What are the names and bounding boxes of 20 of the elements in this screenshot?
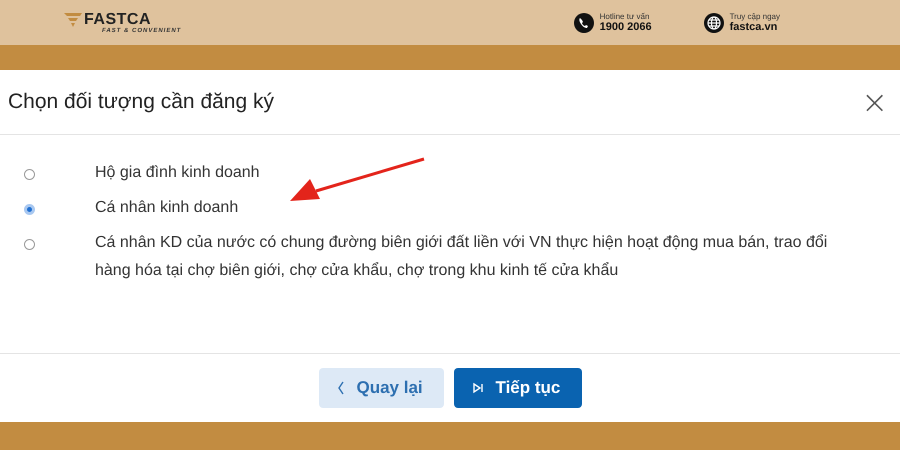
- option-label[interactable]: Hộ gia đình kinh doanh: [95, 159, 260, 187]
- contact-label: Truy cập ngay: [730, 12, 780, 21]
- radio-button[interactable]: [24, 239, 35, 250]
- next-button[interactable]: Tiếp tục: [454, 368, 582, 408]
- radio-button[interactable]: [24, 204, 35, 215]
- skip-icon: [472, 382, 484, 394]
- close-button[interactable]: ×: [857, 86, 892, 118]
- dialog-title: Chọn đối tượng cần đăng ký: [8, 90, 274, 114]
- logo-text: FASTCA: [84, 12, 152, 28]
- radio-button[interactable]: [24, 169, 35, 180]
- contact-value: 1900 2066: [600, 21, 652, 33]
- contact-label: Hotline tư vấn: [600, 12, 650, 21]
- option-label[interactable]: Cá nhân kinh doanh: [95, 194, 238, 222]
- chevron-left-icon: [336, 381, 344, 395]
- contact-value: fastca.vn: [730, 21, 778, 33]
- logo-icon: [64, 12, 82, 28]
- option-label[interactable]: Cá nhân KD của nước có chung đường biên giới đất liền với VN thực hiện hoạt động mua bán, trao đổi hàng hóa tại chợ biên giới, chợ cửa khẩu, chợ trong khu kinh tế cửa khẩu: [95, 229, 850, 285]
- back-button[interactable]: Quay lại: [318, 368, 444, 408]
- globe-icon: [704, 12, 724, 32]
- phone-icon: [574, 12, 594, 32]
